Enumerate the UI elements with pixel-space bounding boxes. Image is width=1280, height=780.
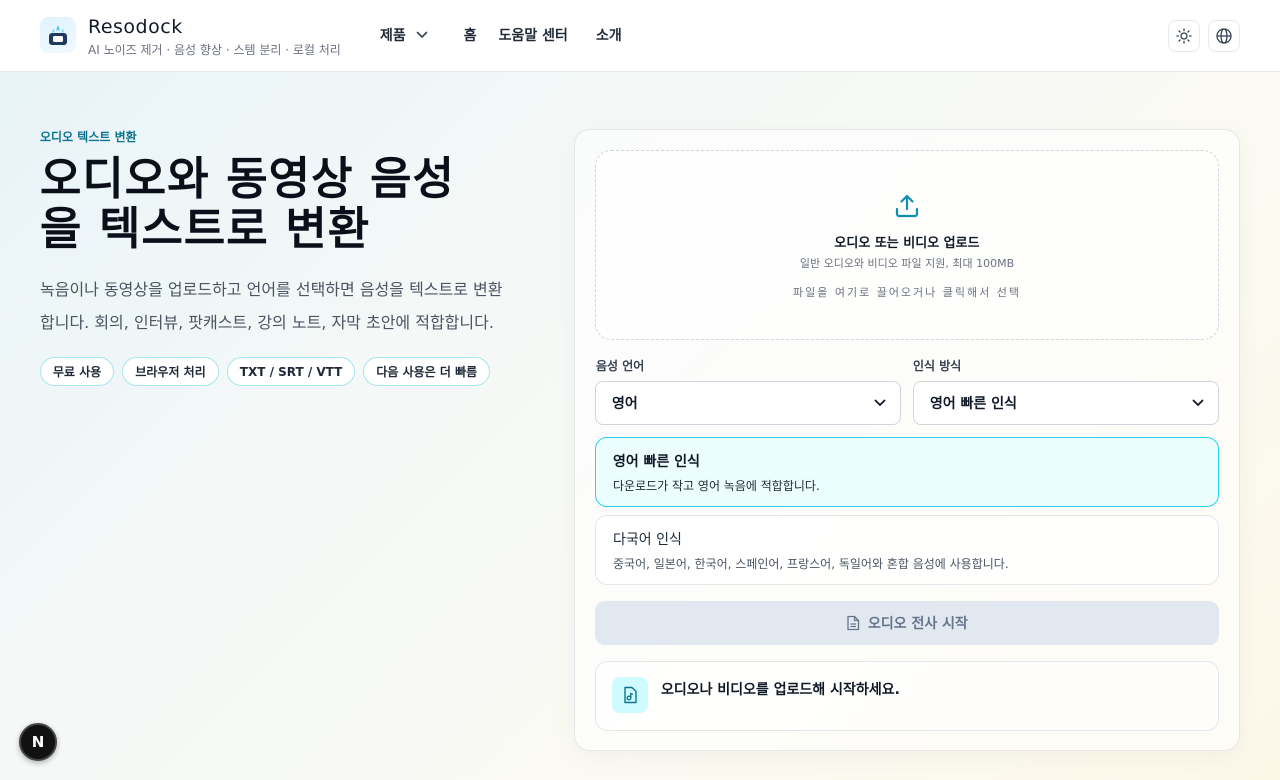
tag-free: 무료 사용 <box>40 357 115 386</box>
upload-subtitle: 일반 오디오와 비디오 파일 지원, 최대 100MB <box>799 257 1015 270</box>
mode-label: 인식 방식 <box>913 359 962 373</box>
logo-icon <box>49 25 67 45</box>
option-english-fast[interactable]: 영어 빠른 인식 다운로드가 작고 영어 녹음에 적합합니다. <box>595 437 1219 507</box>
theme-toggle-button[interactable] <box>1168 20 1200 52</box>
option-title: 영어 빠른 인식 <box>613 454 701 470</box>
tag-faster-next: 다음 사용은 더 빠름 <box>363 357 491 386</box>
start-transcription-button[interactable]: 오디오 전사 시작 <box>595 601 1219 645</box>
upload-title: 오디오 또는 비디오 업로드 <box>834 236 980 251</box>
hero-title-line-2: 을 텍스트로 변환 <box>40 202 371 255</box>
upload-hint: 파일을 여기로 끌어오거나 클릭해서 선택 <box>792 286 1022 299</box>
chevron-down-icon <box>1192 399 1204 407</box>
globe-icon <box>1216 28 1232 44</box>
chevron-down-icon <box>874 399 886 407</box>
option-title: 다국어 인식 <box>613 532 682 548</box>
nav-products-dropdown[interactable]: 제품 <box>380 25 428 45</box>
hero-description: 녹음이나 동영상을 업로드하고 언어를 선택하면 음성을 텍스트로 변환 합니다… <box>40 273 550 339</box>
mode-select[interactable]: 영어 빠른 인식 <box>913 381 1219 425</box>
language-select[interactable]: 영어 <box>595 381 901 425</box>
option-description: 다운로드가 작고 영어 녹음에 적합합니다. <box>613 479 820 493</box>
status-message: 오디오나 비디오를 업로드해 시작하세요. <box>661 682 900 698</box>
mode-select-value: 영어 빠른 인식 <box>930 396 1018 412</box>
language-switch-button[interactable] <box>1208 20 1240 52</box>
hero-eyebrow: 오디오 텍스트 변환 <box>40 130 137 144</box>
start-button-label: 오디오 전사 시작 <box>868 616 968 632</box>
sun-icon <box>1176 28 1192 44</box>
nav-home-link[interactable]: 홈 <box>464 25 477 45</box>
brand-name[interactable]: Resodock <box>88 16 183 38</box>
language-select-value: 영어 <box>612 396 638 412</box>
hero-description-line-1: 녹음이나 동영상을 업로드하고 언어를 선택하면 음성을 텍스트로 변환 <box>40 280 503 299</box>
hero-title-line-1: 오디오와 동영상 음성 <box>40 152 455 205</box>
chevron-down-icon <box>416 31 428 39</box>
audio-file-icon <box>612 677 648 713</box>
brand-tagline: AI 노이즈 제거 · 음성 향상 · 스템 분리 · 로컬 처리 <box>88 43 341 57</box>
tag-formats: TXT / SRT / VTT <box>226 357 356 386</box>
language-label: 음성 언어 <box>596 359 645 373</box>
nav-products-label: 제품 <box>380 28 406 44</box>
option-description: 중국어, 일본어, 한국어, 스페인어, 프랑스어, 독일어와 혼합 음성에 사… <box>613 557 1009 571</box>
dev-tools-badge[interactable]: N <box>19 723 57 761</box>
tag-browser-processing: 브라우저 처리 <box>122 357 219 386</box>
upload-icon <box>895 194 919 218</box>
hero-title: 오디오와 동영상 음성 을 텍스트로 변환 <box>40 154 540 254</box>
nav-help-center-link[interactable]: 도움말 센터 <box>499 25 568 45</box>
hero-description-line-2: 합니다. 회의, 인터뷰, 팟캐스트, 강의 노트, 자막 초안에 적합합니다. <box>40 313 494 332</box>
main-nav: 제품 홈 도움말 센터 소개 <box>380 25 622 45</box>
brand-logo[interactable] <box>40 17 76 53</box>
top-header: Resodock AI 노이즈 제거 · 음성 향상 · 스템 분리 · 로컬 … <box>0 0 1280 72</box>
document-icon <box>847 615 860 631</box>
feature-tags: 무료 사용 브라우저 처리 TXT / SRT / VTT 다음 사용은 더 빠… <box>40 357 498 386</box>
option-multilingual[interactable]: 다국어 인식 중국어, 일본어, 한국어, 스페인어, 프랑스어, 독일어와 혼… <box>595 515 1219 585</box>
nav-about-link[interactable]: 소개 <box>596 25 622 45</box>
